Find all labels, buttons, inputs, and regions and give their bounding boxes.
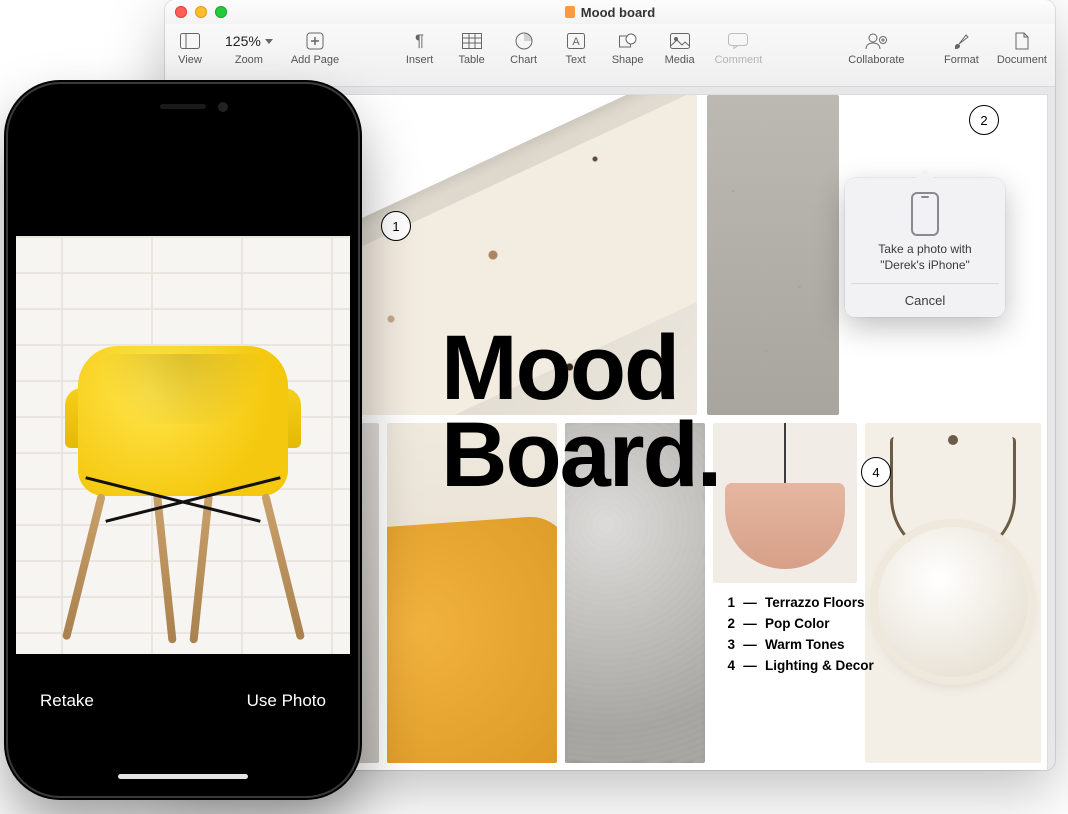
iphone-outline-icon [911,192,939,236]
text-icon: A [567,30,585,52]
use-photo-button[interactable]: Use Photo [247,691,326,711]
media-label: Media [665,54,695,66]
zoom-button[interactable]: 125% Zoom [225,30,273,66]
view-label: View [178,54,202,66]
comment-button[interactable]: Comment [715,30,763,66]
headline-line-2: Board. [441,412,720,499]
table-button[interactable]: Table [455,30,489,66]
legend-item: 3—Warm Tones [723,635,874,656]
legend-item: 2—Pop Color [723,614,874,635]
toolbar: View 125% Zoom Add Page ¶ [165,24,1055,87]
collaborate-icon [865,30,887,52]
add-page-label: Add Page [291,54,339,66]
chart-label: Chart [510,54,537,66]
table-label: Table [458,54,484,66]
comment-icon [728,30,748,52]
zoom-label: Zoom [235,54,263,66]
popover-cancel-button[interactable]: Cancel [851,283,999,317]
image-icon [670,30,690,52]
chart-button[interactable]: Chart [507,30,541,66]
comment-label: Comment [715,54,763,66]
document-label: Document [997,54,1047,66]
iphone-notch [98,92,268,122]
image-pendant-lamp[interactable] [713,423,857,583]
fullscreen-window-button[interactable] [215,6,227,18]
camera-bottom-bar: Retake Use Photo [16,636,350,788]
callout-badge-2: 2 [969,105,999,135]
collaborate-label: Collaborate [848,54,904,66]
document-icon [565,6,575,18]
shape-label: Shape [612,54,644,66]
brush-icon [952,30,970,52]
pilcrow-icon: ¶ [415,30,424,52]
text-button[interactable]: A Text [559,30,593,66]
iphone-device: Retake Use Photo [8,84,358,796]
pie-chart-icon [515,30,533,52]
format-button[interactable]: Format [944,30,979,66]
legend-item: 4—Lighting & Decor [723,656,874,677]
insert-label: Insert [406,54,434,66]
camera-capture-preview[interactable] [16,236,350,654]
callout-badge-1: 1 [381,211,411,241]
continuity-camera-popover: Take a photo with "Derek's iPhone" Cance… [845,178,1005,317]
svg-text:A: A [572,36,580,48]
text-label: Text [566,54,586,66]
document-button[interactable]: Document [997,30,1047,66]
home-indicator[interactable] [118,774,248,779]
format-label: Format [944,54,979,66]
shape-icon [619,30,637,52]
sidebar-icon [180,30,200,52]
window-titlebar[interactable]: Mood board [165,0,1055,24]
insert-button[interactable]: ¶ Insert [403,30,437,66]
popover-message: Take a photo with "Derek's iPhone" [851,242,999,283]
retake-button[interactable]: Retake [40,691,94,711]
traffic-lights [175,6,227,18]
minimize-window-button[interactable] [195,6,207,18]
add-page-button[interactable]: Add Page [291,30,339,66]
document-icon [1014,30,1030,52]
zoom-value: 125% [225,30,273,52]
media-button[interactable]: Media [663,30,697,66]
window-title: Mood board [581,5,655,20]
shape-button[interactable]: Shape [611,30,645,66]
legend-list[interactable]: 1—Terrazzo Floors 2—Pop Color 3—Warm Ton… [723,593,874,677]
plus-page-icon [306,30,324,52]
close-window-button[interactable] [175,6,187,18]
view-button[interactable]: View [173,30,207,66]
collaborate-button[interactable]: Collaborate [848,30,904,66]
iphone-screen: Retake Use Photo [16,92,350,788]
image-hanging-mirror[interactable] [865,423,1041,763]
legend-item: 1—Terrazzo Floors [723,593,874,614]
headline-line-1: Mood [441,325,720,412]
headline[interactable]: Mood Board. [441,325,720,500]
image-concrete[interactable] [707,95,839,415]
callout-badge-4: 4 [861,457,891,487]
table-icon [462,30,482,52]
